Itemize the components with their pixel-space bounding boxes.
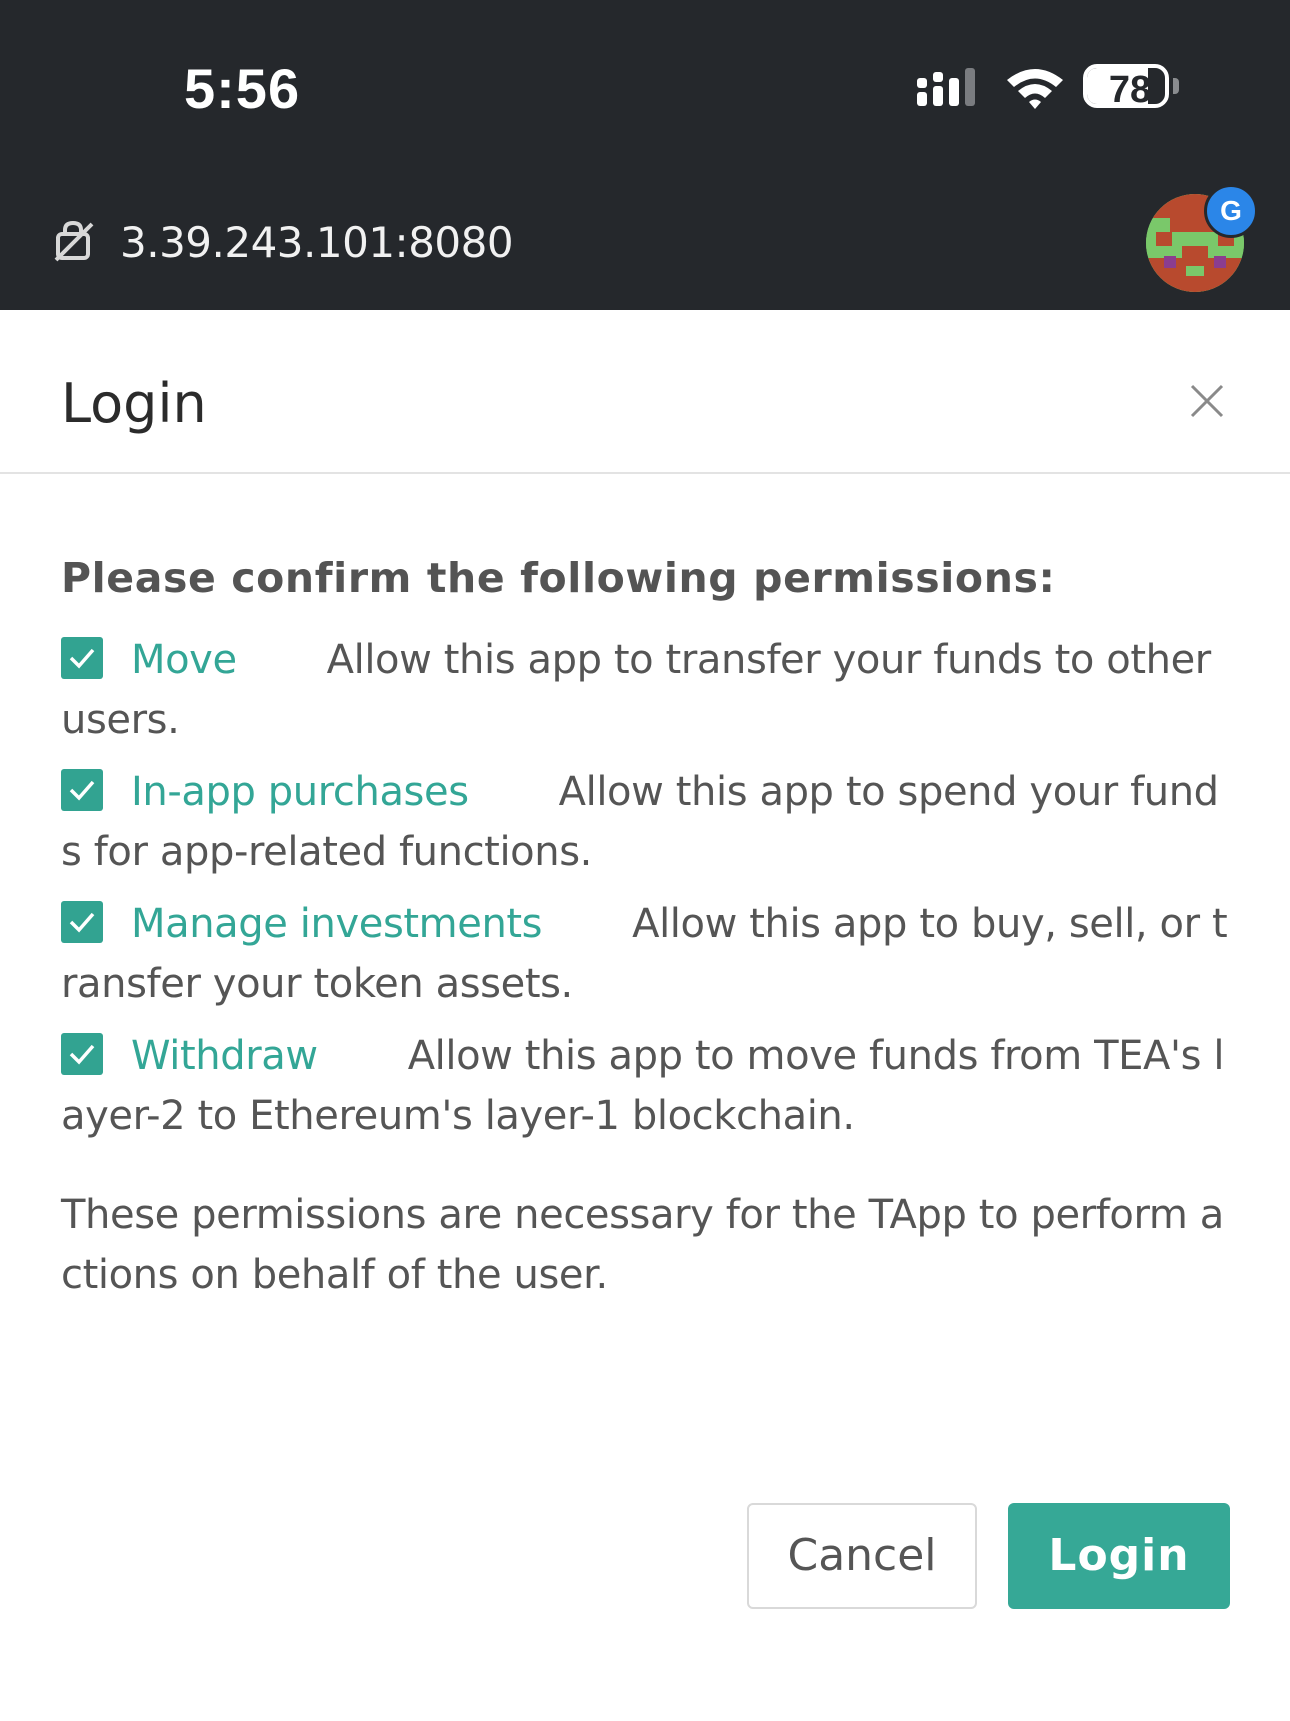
permission-name: Withdraw <box>131 1033 318 1079</box>
checkmark-icon <box>69 780 95 801</box>
permission-checkbox[interactable] <box>61 769 103 811</box>
status-time: 5:56 <box>184 57 301 120</box>
checkmark-icon <box>69 1044 95 1065</box>
cancel-button[interactable]: Cancel <box>747 1503 977 1609</box>
permission-checkbox[interactable] <box>61 1033 103 1075</box>
permission-item-manage-investments: Manage investments Allow this app to buy,… <box>61 894 1231 1014</box>
permission-checkbox[interactable] <box>61 637 103 679</box>
login-button[interactable]: Login <box>1008 1503 1230 1609</box>
battery-percent: 78 <box>1108 69 1152 108</box>
url-text[interactable]: 3.39.243.101:8080 <box>120 218 514 267</box>
permission-item-move: Move Allow this app to transfer your fund… <box>61 630 1231 750</box>
permission-item-withdraw: Withdraw Allow this app to move funds fro… <box>61 1026 1231 1146</box>
not-secure-icon[interactable] <box>52 220 96 264</box>
permission-name: Manage investments <box>131 901 543 947</box>
modal-title: Login <box>61 372 207 435</box>
checkmark-icon <box>69 912 95 933</box>
permissions-list: Move Allow this app to transfer your fund… <box>61 630 1231 1158</box>
permission-name: In-app purchases <box>131 769 469 815</box>
checkmark-icon <box>69 648 95 669</box>
modal-header: Login <box>0 310 1290 474</box>
close-icon[interactable] <box>1186 380 1228 422</box>
permissions-note: These permissions are necessary for the … <box>61 1192 1224 1298</box>
battery-icon: 78 <box>1083 64 1181 108</box>
browser-top-bar: 5:56 78 3.39.243.101:8080 G <box>0 0 1290 310</box>
permission-name: Move <box>131 637 237 683</box>
signal-icon <box>917 68 975 106</box>
wifi-icon <box>1007 69 1063 109</box>
login-modal: Login Please confirm the following permi… <box>0 310 1290 1721</box>
permission-checkbox[interactable] <box>61 901 103 943</box>
permission-item-in-app-purchases: In-app purchases Allow this app to spend … <box>61 762 1231 882</box>
google-account-badge[interactable]: G <box>1204 184 1258 238</box>
permissions-heading: Please confirm the following permissions… <box>61 554 1056 602</box>
